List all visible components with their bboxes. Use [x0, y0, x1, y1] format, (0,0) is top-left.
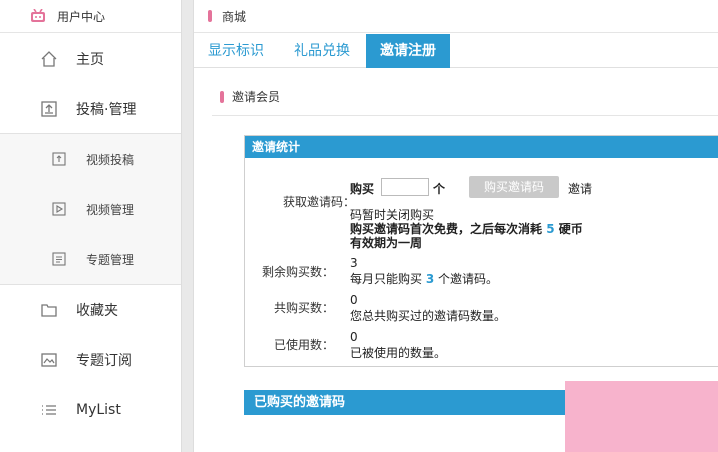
invite-text: 邀请 [568, 182, 593, 196]
used-label: 已使用数： [273, 338, 334, 352]
sidebar-header: 用户中心 [0, 0, 181, 33]
sidebar-item-label: 视频管理 [86, 202, 135, 217]
notice-cost-text-b: 硬币 [554, 222, 583, 236]
tab-bar: 显示标识 礼品兑换 邀请注册 [194, 34, 718, 68]
used-value: 0 [350, 330, 358, 344]
page-title: 商城 [222, 9, 247, 24]
section-marker [220, 90, 224, 103]
invite-stats-panel: 邀请统计 获取邀请码： 购买 个 购买邀请码 邀请 码暂时关闭购买 购买邀请码首… [244, 135, 718, 367]
pink-overlay [565, 381, 718, 452]
buy-invite-code-button[interactable]: 购买邀请码 [469, 176, 559, 198]
notice-cost-number: 5 [546, 222, 555, 236]
bilibili-tv-icon [31, 9, 45, 22]
tab-gift-exchange[interactable]: 礼品兑换 [294, 34, 350, 68]
sidebar-item-home[interactable]: 主页 [0, 34, 181, 84]
sidebar: 用户中心 主页 投稿·管理 视频投稿 视频管理 专题管理 收藏夹 专题订阅 My… [0, 0, 182, 452]
header-marker [208, 10, 212, 22]
subscribe-icon [41, 353, 57, 367]
get-code-label: 获取邀请码： [282, 195, 355, 209]
sidebar-item-topic-manage[interactable]: 专题管理 [0, 234, 181, 284]
buy-unit: 个 [433, 182, 446, 196]
sidebar-item-mylist[interactable]: MyList [0, 385, 181, 435]
folder-icon [41, 304, 57, 317]
used-desc: 已被使用的数量。 [350, 346, 447, 360]
panel-title: 邀请统计 [245, 136, 718, 158]
upload-icon [41, 101, 57, 117]
sidebar-item-label: 投稿·管理 [76, 102, 137, 118]
page-header: 商城 [194, 0, 718, 33]
sidebar-title: 用户中心 [57, 9, 106, 24]
topic-manage-icon [52, 252, 66, 266]
remaining-desc-number: 3 [425, 272, 435, 286]
section-title: 邀请会员 [220, 88, 280, 105]
home-icon [41, 51, 57, 67]
section-title-text: 邀请会员 [232, 90, 281, 104]
sidebar-item-label: MyList [76, 402, 121, 418]
buy-prefix: 购买 [350, 182, 375, 196]
tab-invite-register[interactable]: 邀请注册 [366, 34, 450, 68]
divider [212, 115, 718, 116]
video-manage-icon [52, 202, 66, 216]
sidebar-item-video-manage[interactable]: 视频管理 [0, 184, 181, 234]
video-upload-icon [52, 152, 66, 166]
sidebar-item-upload-manage[interactable]: 投稿·管理 [0, 84, 181, 134]
remaining-desc-text-b: 个邀请码。 [434, 272, 499, 286]
sidebar-item-label: 专题订阅 [76, 353, 132, 369]
sidebar-item-video-upload[interactable]: 视频投稿 [0, 134, 181, 184]
sidebar-item-label: 视频投稿 [86, 152, 135, 167]
total-value: 0 [350, 293, 358, 307]
notice-validity: 有效期为一周 [350, 236, 423, 250]
sidebar-item-label: 收藏夹 [76, 303, 118, 319]
sidebar-item-topic-subscribe[interactable]: 专题订阅 [0, 335, 181, 385]
total-desc: 您总共购买过的邀请码数量。 [350, 309, 507, 323]
tab-display-badge[interactable]: 显示标识 [208, 34, 264, 68]
list-icon [42, 405, 56, 415]
sidebar-item-label: 主页 [76, 52, 104, 68]
sidebar-item-favorites[interactable]: 收藏夹 [0, 285, 181, 335]
total-label: 共购买数： [273, 301, 334, 315]
remaining-label: 剩余购买数： [261, 265, 334, 279]
remaining-value: 3 [350, 256, 358, 270]
sidebar-item-label: 专题管理 [86, 252, 135, 267]
buy-quantity-input[interactable] [381, 178, 429, 196]
remaining-desc: 每月只能购买 3 个邀请码。 [350, 270, 498, 287]
remaining-desc-text-a: 每月只能购买 [350, 272, 426, 286]
